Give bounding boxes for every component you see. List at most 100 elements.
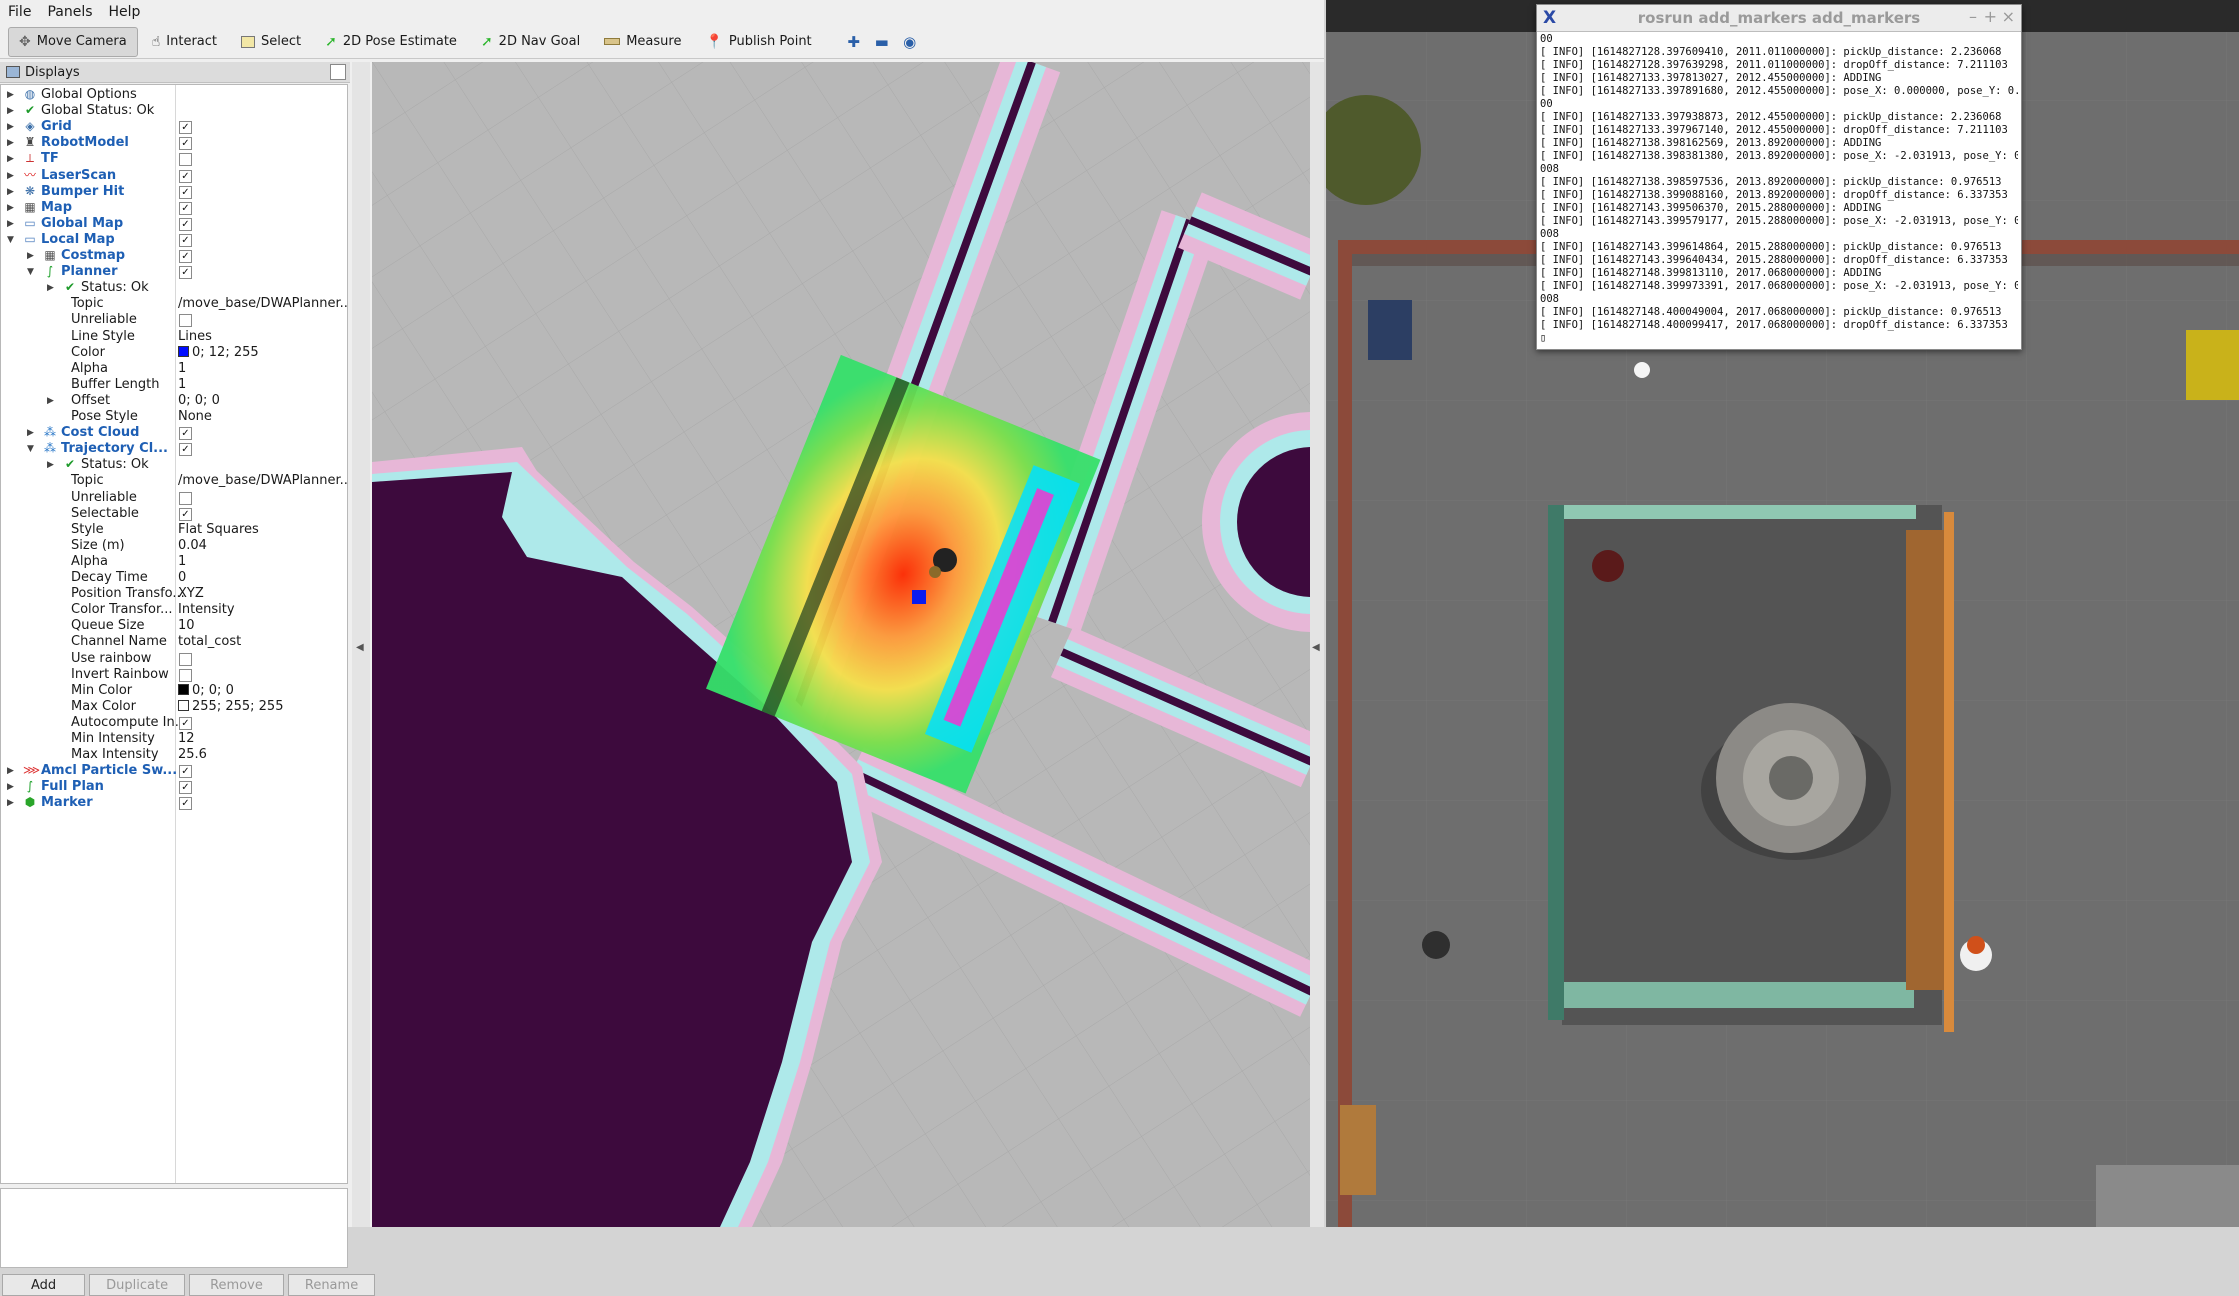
display-row[interactable]: ▶ ✔ Status: Ok bbox=[1, 280, 347, 296]
display-row[interactable]: ▼ ∫ Planner ✓ bbox=[1, 264, 347, 280]
display-row[interactable]: Position Transfo... XYZ bbox=[1, 586, 347, 602]
view-eye-icon[interactable]: ◉ bbox=[896, 28, 924, 56]
move-camera-tool[interactable]: ✥ Move Camera bbox=[8, 26, 138, 57]
display-checkbox[interactable]: ✓ bbox=[179, 443, 192, 457]
property-value[interactable]: 1 bbox=[178, 361, 186, 377]
expand-arrow-icon[interactable]: ▶ bbox=[27, 425, 37, 441]
property-value[interactable]: Flat Squares bbox=[178, 522, 259, 538]
display-row[interactable]: Topic/move_base/DWAPlanner... bbox=[1, 473, 347, 489]
minimize-icon[interactable]: – bbox=[1969, 7, 1977, 26]
display-checkbox[interactable]: ✓ bbox=[179, 716, 192, 730]
expand-arrow-icon[interactable]: ▶ bbox=[7, 119, 17, 135]
left-panel-splitter[interactable]: ◀ bbox=[352, 62, 370, 1227]
property-value[interactable]: /move_base/DWAPlanner... bbox=[178, 473, 347, 489]
display-checkbox[interactable] bbox=[179, 153, 192, 167]
duplicate-display-button[interactable]: Duplicate bbox=[89, 1274, 186, 1296]
display-row[interactable]: Pose Style None bbox=[1, 409, 347, 425]
property-value[interactable]: XYZ bbox=[178, 586, 204, 602]
panel-float-button[interactable] bbox=[330, 64, 346, 80]
display-checkbox[interactable] bbox=[179, 314, 192, 328]
display-checkbox[interactable]: ✓ bbox=[179, 217, 192, 231]
display-row[interactable]: ▶ 〰 LaserScan ✓ bbox=[1, 168, 347, 184]
display-checkbox[interactable]: ✓ bbox=[179, 137, 192, 151]
display-row[interactable]: Color 0; 12; 255 bbox=[1, 345, 347, 361]
display-row[interactable]: ▶ ⋙ Amcl Particle Sw... ✓ bbox=[1, 763, 347, 779]
collapse-left-arrow-icon[interactable]: ◀ bbox=[356, 642, 364, 653]
select-tool[interactable]: Select bbox=[231, 28, 311, 56]
display-row[interactable]: ▶ ⬢ Marker ✓ bbox=[1, 795, 347, 811]
display-row[interactable]: Buffer Length 1 bbox=[1, 377, 347, 393]
display-checkbox[interactable]: ✓ bbox=[179, 797, 192, 811]
display-row[interactable]: Size (m) 0.04 bbox=[1, 538, 347, 554]
expand-arrow-icon[interactable]: ▶ bbox=[7, 103, 17, 119]
display-row[interactable]: Autocompute In... ✓ bbox=[1, 715, 347, 731]
terminal-output[interactable]: 00[ INFO] [1614827128.397609410, 2011.01… bbox=[1540, 33, 2018, 347]
display-row[interactable]: Channel Name total_cost bbox=[1, 634, 347, 650]
expand-arrow-icon[interactable]: ▶ bbox=[27, 248, 37, 264]
display-row[interactable]: Use rainbow bbox=[1, 651, 347, 667]
display-checkbox[interactable]: ✓ bbox=[179, 121, 192, 135]
property-value[interactable]: 0; 0; 0 bbox=[178, 393, 220, 409]
property-value[interactable]: None bbox=[178, 409, 212, 425]
publish-point-tool[interactable]: 📍 Publish Point bbox=[695, 28, 821, 56]
display-checkbox[interactable]: ✓ bbox=[179, 250, 192, 263]
display-row[interactable]: Decay Time 0 bbox=[1, 570, 347, 586]
collapse-right-arrow-icon[interactable]: ◀ bbox=[1312, 642, 1320, 653]
expand-arrow-icon[interactable]: ▶ bbox=[47, 280, 57, 296]
expand-arrow-icon[interactable]: ▶ bbox=[7, 779, 17, 795]
display-row[interactable]: ▶ ⟂ TF bbox=[1, 151, 347, 167]
display-row[interactable]: ▶ ❋ Bumper Hit ✓ bbox=[1, 184, 347, 200]
display-checkbox[interactable] bbox=[179, 652, 192, 666]
pose-estimate-tool[interactable]: ➚ 2D Pose Estimate bbox=[315, 28, 467, 56]
collapse-arrow-icon[interactable]: ▼ bbox=[7, 232, 17, 248]
menu-help[interactable]: Help bbox=[101, 0, 149, 24]
property-value[interactable]: 0; 0; 0 bbox=[178, 683, 234, 699]
expand-arrow-icon[interactable]: ▶ bbox=[7, 795, 17, 811]
property-value[interactable]: 1 bbox=[178, 377, 186, 393]
property-value[interactable]: 255; 255; 255 bbox=[178, 699, 283, 715]
display-checkbox[interactable]: ✓ bbox=[179, 185, 192, 199]
property-value[interactable]: /move_base/DWAPlanner... bbox=[178, 296, 347, 312]
add-tool-plus-icon[interactable]: ✚ bbox=[840, 28, 868, 56]
display-checkbox[interactable] bbox=[179, 491, 192, 505]
property-value[interactable]: 0; 12; 255 bbox=[178, 345, 259, 361]
display-row[interactable]: Line Style Lines bbox=[1, 329, 347, 345]
property-value[interactable]: 10 bbox=[178, 618, 195, 634]
terminal-window[interactable]: X rosrun add_markers add_markers – + × 0… bbox=[1536, 4, 2022, 350]
property-value[interactable]: 0 bbox=[178, 570, 186, 586]
display-row[interactable]: ▶ ✔ Status: Ok bbox=[1, 457, 347, 473]
display-row[interactable]: ▶ ∫ Full Plan ✓ bbox=[1, 779, 347, 795]
right-panel-splitter[interactable]: ◀ bbox=[1310, 62, 1324, 1227]
expand-arrow-icon[interactable]: ▶ bbox=[7, 216, 17, 232]
collapse-arrow-icon[interactable]: ▼ bbox=[27, 441, 37, 457]
display-row[interactable]: ▶ ▦ Costmap ✓ bbox=[1, 248, 347, 264]
expand-arrow-icon[interactable]: ▶ bbox=[47, 457, 57, 473]
display-row[interactable]: Invert Rainbow bbox=[1, 667, 347, 683]
rviz-3d-view[interactable] bbox=[372, 62, 1310, 1227]
menu-panels[interactable]: Panels bbox=[39, 0, 100, 24]
maximize-icon[interactable]: + bbox=[1984, 7, 1997, 26]
property-value[interactable]: 12 bbox=[178, 731, 195, 747]
collapse-arrow-icon[interactable]: ▼ bbox=[27, 264, 37, 280]
display-checkbox[interactable]: ✓ bbox=[179, 427, 192, 441]
display-row[interactable]: ▼ ⁂ Trajectory Cl... ✓ bbox=[1, 441, 347, 457]
expand-arrow-icon[interactable]: ▶ bbox=[7, 135, 17, 151]
display-row[interactable]: ▶ ▦ Map ✓ bbox=[1, 200, 347, 216]
display-row[interactable]: ▶ ⁂ Cost Cloud ✓ bbox=[1, 425, 347, 441]
property-value[interactable]: 25.6 bbox=[178, 747, 207, 763]
display-checkbox[interactable]: ✓ bbox=[179, 507, 192, 521]
display-row[interactable]: Color Transfor... Intensity bbox=[1, 602, 347, 618]
display-checkbox[interactable] bbox=[179, 668, 192, 682]
display-row[interactable]: Queue Size 10 bbox=[1, 618, 347, 634]
display-row[interactable]: Unreliable bbox=[1, 490, 347, 506]
display-row[interactable]: Style Flat Squares bbox=[1, 522, 347, 538]
display-row[interactable]: Selectable ✓ bbox=[1, 506, 347, 522]
nav-goal-tool[interactable]: ➚ 2D Nav Goal bbox=[471, 28, 590, 56]
display-row[interactable]: Unreliable bbox=[1, 312, 347, 328]
rename-display-button[interactable]: Rename bbox=[287, 1274, 376, 1296]
interact-tool[interactable]: ☝ Interact bbox=[142, 28, 227, 56]
display-row[interactable]: Alpha 1 bbox=[1, 361, 347, 377]
display-checkbox[interactable]: ✓ bbox=[179, 781, 192, 795]
display-row[interactable]: ▶ ◈ Grid ✓ bbox=[1, 119, 347, 135]
property-value[interactable]: total_cost bbox=[178, 634, 241, 650]
